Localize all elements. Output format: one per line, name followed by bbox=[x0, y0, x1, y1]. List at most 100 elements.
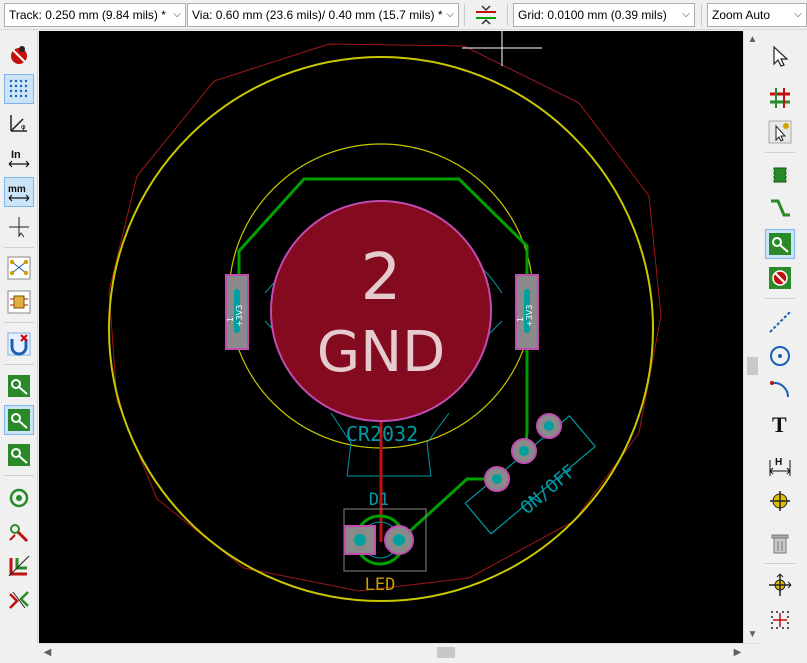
vertical-scrollbar[interactable]: ▲ ▼ bbox=[743, 31, 760, 643]
units-inch-button[interactable]: In bbox=[4, 143, 34, 173]
add-footprint-button[interactable] bbox=[765, 160, 795, 190]
left-options-toolbar: φ In mm bbox=[0, 31, 38, 643]
via-outline-button[interactable] bbox=[4, 483, 34, 513]
grid-size-value: Grid: 0.0100 mm (0.39 mils) bbox=[518, 8, 667, 22]
scroll-up-icon[interactable]: ▲ bbox=[744, 31, 761, 48]
top-toolbar: Track: 0.250 mm (9.84 mils) * ⌵ Via: 0.6… bbox=[0, 0, 807, 30]
pcb-canvas[interactable]: 2 GND CR2032 1 +3V3 1 +3V3 ON/OFF D1 LED bbox=[39, 31, 743, 643]
add-line-button[interactable] bbox=[765, 307, 795, 337]
add-circle-button[interactable] bbox=[765, 341, 795, 371]
toolbar-separator bbox=[765, 298, 795, 299]
add-zone-button[interactable] bbox=[765, 263, 795, 293]
switch-label: ON/OFF bbox=[517, 461, 580, 519]
pcb-editor-window: Track: 0.250 mm (9.84 mils) * ⌵ Via: 0.6… bbox=[0, 0, 807, 663]
module-ratsnest-icon bbox=[7, 290, 31, 314]
route-track-icon bbox=[771, 199, 790, 217]
add-line-icon bbox=[769, 311, 791, 333]
right-tools-toolbar: T H bbox=[761, 31, 807, 663]
svg-text:H: H bbox=[775, 457, 782, 468]
auto-track-width-icon bbox=[476, 5, 496, 25]
battery-pad-number: 2 bbox=[361, 241, 402, 315]
cursor-crosshair bbox=[462, 31, 542, 66]
cursor-shape-button[interactable] bbox=[4, 212, 34, 242]
route-diff-icon bbox=[769, 233, 791, 255]
add-text-button[interactable]: T bbox=[765, 408, 795, 438]
highlight-net-button[interactable] bbox=[4, 329, 34, 359]
smd-pad-left: 1 +3V3 bbox=[225, 274, 249, 350]
svg-text:In: In bbox=[11, 149, 21, 161]
led-value: LED bbox=[365, 575, 396, 595]
delete-tool-button[interactable] bbox=[765, 528, 795, 558]
show-grid-button[interactable] bbox=[4, 74, 34, 104]
battery-reference: CR2032 bbox=[346, 422, 418, 446]
led-reference: D1 bbox=[369, 490, 389, 510]
drc-off-button[interactable] bbox=[4, 40, 34, 70]
route-track-button[interactable] bbox=[765, 194, 795, 224]
svg-text:T: T bbox=[772, 412, 787, 435]
smd-pad-right-number: 1 bbox=[516, 317, 525, 322]
vertical-scroll-thumb[interactable] bbox=[747, 357, 758, 375]
scroll-left-icon[interactable]: ◀ bbox=[39, 644, 56, 661]
microwave-tools-button[interactable] bbox=[4, 585, 34, 615]
cursor-crosshair-icon bbox=[9, 217, 29, 238]
module-ratsnest-button[interactable] bbox=[4, 287, 34, 317]
toolbar-separator bbox=[765, 152, 795, 153]
show-tracks-button[interactable] bbox=[4, 405, 34, 435]
grid-origin-button[interactable] bbox=[765, 605, 795, 635]
via-size-select[interactable]: Via: 0.60 mm (23.6 mils)/ 0.40 mm (15.7 … bbox=[187, 3, 459, 27]
auto-track-width-button[interactable] bbox=[471, 0, 501, 30]
zoom-select[interactable]: Zoom Auto ⌵ bbox=[707, 3, 807, 27]
show-ratsnest-button[interactable] bbox=[4, 253, 34, 283]
select-tool-button[interactable] bbox=[765, 41, 795, 71]
via-outline-icon bbox=[9, 488, 29, 508]
smd-pad-left-number: 1 bbox=[226, 317, 235, 322]
drc-off-icon bbox=[11, 46, 27, 64]
pcb-drawing: 2 GND CR2032 1 +3V3 1 +3V3 ON/OFF D1 LED bbox=[108, 31, 662, 602]
led-pad-cathode-drill bbox=[354, 534, 366, 546]
zone-fill-button[interactable] bbox=[4, 551, 34, 581]
show-zone-icon bbox=[8, 444, 30, 466]
smd-pad-left-net: +3V3 bbox=[235, 305, 244, 327]
add-arc-button[interactable] bbox=[765, 374, 795, 404]
zone-fill-icon bbox=[8, 555, 30, 577]
route-diff-pair-button[interactable] bbox=[765, 229, 795, 259]
polar-coords-button[interactable]: φ bbox=[4, 108, 34, 138]
add-circle-icon bbox=[770, 346, 790, 366]
show-pads-button[interactable] bbox=[4, 371, 34, 401]
horizontal-scroll-thumb[interactable] bbox=[437, 647, 455, 658]
led-pad-anode-drill bbox=[393, 534, 405, 546]
set-origin-button[interactable] bbox=[765, 570, 795, 600]
chevron-down-icon: ⌵ bbox=[794, 9, 802, 20]
ratsnest-icon bbox=[7, 256, 31, 280]
zoom-value: Zoom Auto bbox=[712, 8, 771, 22]
add-target-button[interactable] bbox=[765, 486, 795, 516]
highlight-net-icon bbox=[7, 332, 31, 356]
toolbar-separator bbox=[4, 322, 34, 323]
toolbar-separator bbox=[464, 4, 465, 26]
scroll-right-icon[interactable]: ▶ bbox=[729, 644, 746, 661]
smd-pad-right: 1 +3V3 bbox=[515, 274, 539, 350]
highlight-net-tool-button[interactable] bbox=[765, 83, 795, 113]
add-footprint-icon bbox=[770, 167, 790, 183]
show-zones-button[interactable] bbox=[4, 440, 34, 470]
grid-origin-icon bbox=[771, 611, 789, 629]
show-track-icon bbox=[8, 409, 30, 431]
grid-size-select[interactable]: Grid: 0.0100 mm (0.39 mils) ⌵ bbox=[513, 3, 695, 27]
toolbar-separator bbox=[4, 247, 34, 248]
chevron-down-icon: ⌵ bbox=[682, 9, 690, 20]
units-mm-icon: mm bbox=[8, 184, 30, 202]
net-highlight-tool-button[interactable] bbox=[4, 517, 34, 547]
add-zone-icon bbox=[769, 267, 791, 289]
units-mm-button[interactable]: mm bbox=[4, 177, 34, 207]
polar-coords-icon: φ bbox=[10, 115, 27, 132]
toolbar-separator bbox=[4, 364, 34, 365]
add-dimension-button[interactable]: H bbox=[765, 451, 795, 481]
delete-icon bbox=[771, 534, 789, 554]
horizontal-scrollbar[interactable]: ◀ ▶ bbox=[39, 643, 761, 660]
add-target-icon bbox=[770, 491, 790, 511]
local-ratsnest-button[interactable] bbox=[765, 117, 795, 147]
scroll-down-icon[interactable]: ▼ bbox=[744, 626, 761, 643]
toolbar-separator bbox=[507, 4, 508, 26]
svg-text:φ: φ bbox=[21, 123, 26, 131]
track-width-select[interactable]: Track: 0.250 mm (9.84 mils) * ⌵ bbox=[4, 3, 186, 27]
